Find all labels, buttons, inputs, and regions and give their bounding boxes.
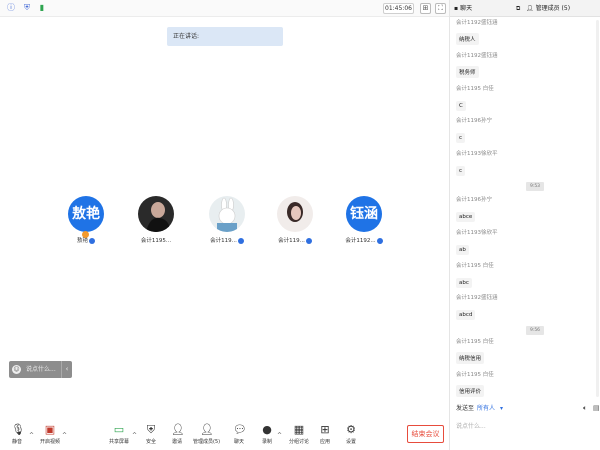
list-item: 会计1196孙宁 abce xyxy=(456,197,492,222)
list-item: 会计1195 白佳 C xyxy=(456,86,494,111)
tab-chat[interactable]: ▪ 聊天 xyxy=(454,0,472,17)
emoji-icon[interactable]: ☺ xyxy=(12,365,21,374)
microphone-icon: 🎙︎ xyxy=(11,423,25,436)
list-item: 会计1193徐欣平 c xyxy=(456,151,498,176)
meeting-timer: 01:45:06 xyxy=(383,3,414,14)
collapse-icon[interactable]: ‹ xyxy=(61,361,72,378)
manage-members-button[interactable]: 👤︎ 管理成员(5) xyxy=(193,423,220,446)
list-item: 会计1192盛钰涵 abcd xyxy=(456,295,498,320)
participant-name: 会计1192... xyxy=(339,236,389,244)
record-icon: ● xyxy=(262,423,272,436)
members-icon: 👤︎ xyxy=(526,5,534,12)
shield-icon: ⛨ xyxy=(146,423,156,436)
mic-icon xyxy=(237,237,244,244)
mic-icon xyxy=(376,237,383,244)
mute-options-icon[interactable]: ^ xyxy=(29,432,34,439)
avatar xyxy=(277,196,313,232)
signal-icon[interactable]: ▮ xyxy=(37,3,47,13)
chat-compose-input[interactable]: 说点什么... xyxy=(456,421,486,430)
participant-name: 会计119... xyxy=(202,236,252,244)
tab-members[interactable]: 👤︎ 管理成员 (5) xyxy=(526,0,570,17)
avatar xyxy=(138,196,174,232)
apps-icon: ⊞ xyxy=(320,423,330,436)
list-item: 会计1192盛钰涵 纳税人 xyxy=(456,20,498,45)
participant-name: 会计1195... xyxy=(140,238,172,244)
chat-icon: ▪ xyxy=(454,5,459,12)
mute-button[interactable]: 🎙︎ 静音 xyxy=(4,423,30,446)
participant-tile[interactable]: 会计1195... xyxy=(131,196,181,244)
host-badge-icon xyxy=(82,231,89,238)
participant-tile[interactable]: 钰涵 会计1192... xyxy=(339,196,389,244)
chat-sidebar: ▪ 聊天 ⧉ 👤︎ 管理成员 (5) 会计1192盛钰涵 纳税人 会计1192盛钰涵税… xyxy=(449,0,600,450)
share-screen-button[interactable]: ▭ 共享屏幕 xyxy=(106,423,132,446)
share-options-icon[interactable]: ^ xyxy=(132,432,137,439)
record-options-icon[interactable]: ^ xyxy=(277,432,282,439)
gear-icon: ⚙ xyxy=(346,423,356,436)
chat-icon: 💬︎ xyxy=(233,423,247,436)
list-item: 会计1193徐欣平 ab xyxy=(456,230,498,255)
avatar xyxy=(209,196,245,232)
chat-button[interactable]: 💬︎ 聊天 xyxy=(226,423,252,446)
floating-chat-placeholder: 说点什么... xyxy=(26,366,56,373)
video-options-icon[interactable]: ^ xyxy=(62,432,67,439)
list-item: 会计1195 白佳 纳税信用 xyxy=(456,339,494,364)
shield-icon[interactable]: ⛨ xyxy=(22,3,32,13)
participant-tile[interactable]: 会计119... xyxy=(270,196,320,244)
avatar: 敖艳 xyxy=(68,196,104,232)
participant-tile[interactable]: 会计119... xyxy=(202,196,252,244)
top-bar: ⓘ ⛨ ▮ 01:45:06 ⊞ ⛶ xyxy=(0,0,449,17)
add-user-icon: 👤︎ xyxy=(171,423,185,436)
speaker-icon[interactable]: 🔈︎ xyxy=(583,404,587,413)
list-item: 会计1192盛钰涵 税务师 xyxy=(456,53,498,78)
members-icon: 👤︎ xyxy=(200,423,214,436)
sidebar-header: ▪ 聊天 ⧉ 👤︎ 管理成员 (5) xyxy=(450,0,600,17)
timestamp: 9:56 xyxy=(526,326,544,335)
scrollbar[interactable] xyxy=(596,20,599,397)
video-button[interactable]: ▣ 开启视频 xyxy=(37,423,63,446)
speaking-indicator: 正在讲话: xyxy=(167,27,283,46)
meeting-window: ⓘ ⛨ ▮ 01:45:06 ⊞ ⛶ 正在讲话: 敖艳 敖艳 会计1195... xyxy=(0,0,600,450)
fullscreen-icon[interactable]: ⛶ xyxy=(435,3,446,14)
participant-name: 会计119... xyxy=(270,236,320,244)
popout-icon[interactable]: ⧉ xyxy=(516,0,520,17)
breakout-icon: ▦ xyxy=(293,423,305,436)
settings-button[interactable]: ⚙ 设置 xyxy=(338,423,364,446)
apps-button[interactable]: ⊞ 应用 xyxy=(312,423,338,446)
info-icon[interactable]: ⓘ xyxy=(6,3,16,13)
security-button[interactable]: ⛨ 安全 xyxy=(138,423,164,446)
breakout-button[interactable]: ▦ 分组讨论 xyxy=(286,423,312,446)
list-item: 会计1195 白佳 信用评价 xyxy=(456,372,494,397)
video-off-icon: ▣ xyxy=(44,423,56,436)
send-to-selector[interactable]: 发送至 所有人 ▾ xyxy=(456,403,503,412)
layout-icon[interactable]: ⊞ xyxy=(420,3,431,14)
floating-chat-input[interactable]: ☺ 说点什么... ‹ xyxy=(9,361,72,378)
mic-icon xyxy=(89,237,95,244)
share-screen-icon: ▭ xyxy=(113,423,125,436)
list-item: 会计1196孙宁 c xyxy=(456,118,492,143)
avatar: 钰涵 xyxy=(346,196,382,232)
list-item: 会计1195 白佳 abc xyxy=(456,263,494,288)
file-icon[interactable]: ▤ xyxy=(593,404,600,412)
mic-icon xyxy=(305,237,312,244)
message-list: 会计1192盛钰涵 纳税人 会计1192盛钰涵 税务师 会计1195 白佳 C 会计1… xyxy=(450,17,600,401)
invite-button[interactable]: 👤︎ 邀请 xyxy=(164,423,190,446)
end-meeting-button[interactable]: 结束会议 xyxy=(407,425,444,443)
timestamp: 9:53 xyxy=(526,182,544,191)
